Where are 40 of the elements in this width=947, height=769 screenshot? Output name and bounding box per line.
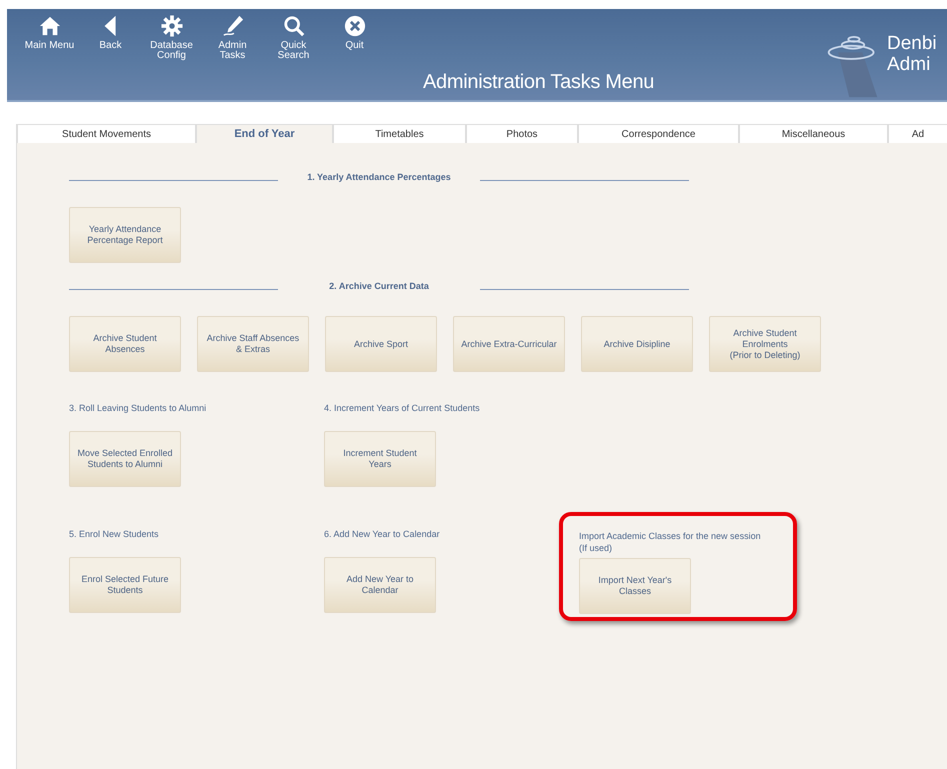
task-button[interactable]: Archive Disipline <box>581 316 693 372</box>
task-button[interactable]: Archive Extra-Curricular <box>453 316 565 372</box>
tab[interactable]: Ad <box>888 124 947 143</box>
group-label: Import Academic Classes for the new session (If used) <box>579 530 762 554</box>
task-button[interactable]: Yearly Attendance Percentage Report <box>69 207 181 263</box>
task-button[interactable]: Import Next Year's Classes <box>579 558 691 614</box>
logo-text: Admi <box>887 54 932 75</box>
task-button[interactable]: Archive Staff Absences & Extras <box>197 316 309 372</box>
tab[interactable]: Miscellaneous <box>739 124 888 143</box>
task-button[interactable]: Increment Student Years <box>324 431 436 487</box>
task-button[interactable]: Move Selected Enrolled Students to Alumni <box>69 431 181 487</box>
home-icon <box>38 15 60 37</box>
task-button[interactable]: Archive Sport <box>325 316 437 372</box>
tab[interactable]: Student Movements <box>17 124 196 143</box>
section-heading: 1. Yearly Attendance Percentages <box>306 172 452 182</box>
toolbar-button[interactable]: Quit <box>324 15 385 51</box>
group-label: 6. Add New Year to Calendar <box>324 528 441 540</box>
task-button[interactable]: Enrol Selected Future Students <box>69 557 181 613</box>
tab[interactable]: Correspondence <box>578 124 739 143</box>
task-button[interactable]: Add New Year to Calendar <box>324 557 436 613</box>
toolbar-button[interactable]: Admin Tasks <box>202 15 263 61</box>
pen-icon <box>222 15 244 37</box>
group-label: 5. Enrol New Students <box>69 528 160 540</box>
task-button[interactable]: Archive Student Enrolments (Prior to Deleting) <box>709 316 821 372</box>
logo-text: Denbi <box>887 33 937 54</box>
search-icon <box>282 15 304 37</box>
toolbar-button[interactable]: Main Menu <box>19 15 80 51</box>
tab[interactable]: Timetables <box>333 124 466 143</box>
tab[interactable]: Photos <box>466 124 578 143</box>
group-label: 4. Increment Years of Current Students <box>324 402 481 414</box>
group-label: 3. Roll Leaving Students to Alumni <box>69 402 208 414</box>
tab[interactable]: End of Year <box>196 124 333 143</box>
window-title: Administration Tasks Menu <box>423 71 654 94</box>
toolbar-button[interactable]: Quick Search <box>263 15 324 61</box>
task-button[interactable]: Archive Student Absences <box>69 316 181 372</box>
section-heading: 2. Archive Current Data <box>328 281 430 291</box>
toolbar-button[interactable]: Back <box>80 15 141 51</box>
toolbar-button[interactable]: Database Config <box>141 15 202 61</box>
close-icon <box>344 15 366 37</box>
settings-icon <box>160 15 182 37</box>
